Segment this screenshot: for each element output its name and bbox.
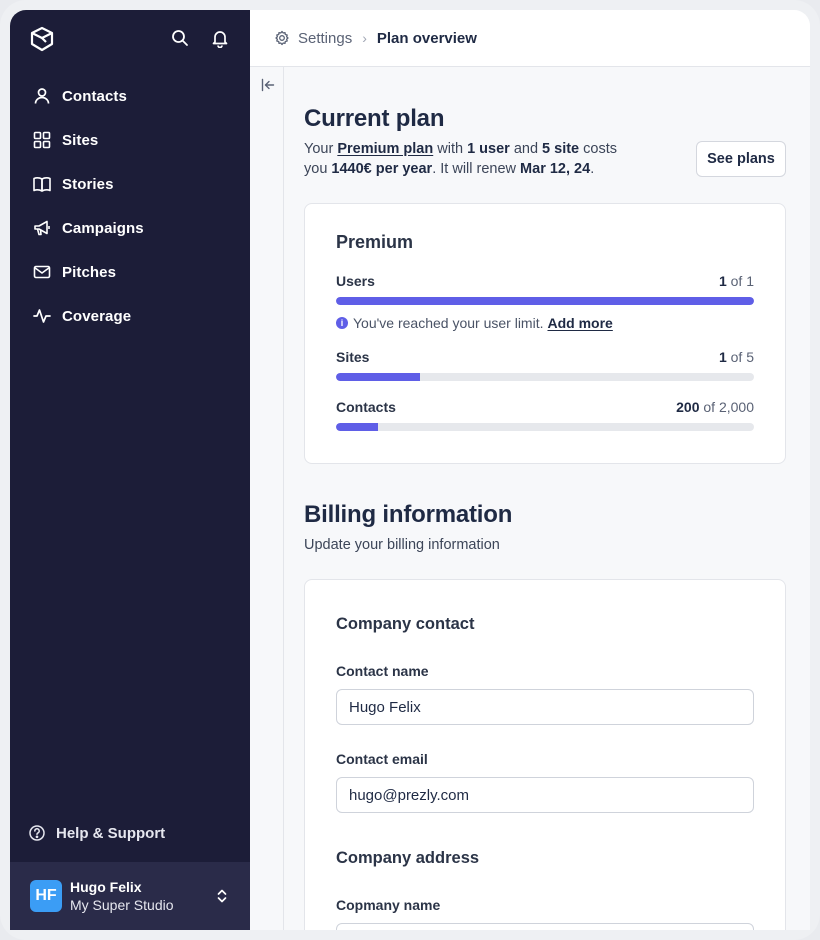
search-icon[interactable] bbox=[170, 28, 190, 48]
book-icon bbox=[32, 174, 52, 194]
billing-card: Company contact Contact name Contact ema… bbox=[304, 579, 786, 930]
plan-usage-card: Premium Users 1 of 1 i You've reached yo… bbox=[304, 203, 786, 464]
workspace-name: My Super Studio bbox=[70, 897, 174, 913]
usage-count: 200 of 2,000 bbox=[676, 399, 754, 415]
breadcrumb-separator: › bbox=[362, 30, 367, 46]
account-switcher[interactable]: HF Hugo Felix My Super Studio bbox=[10, 862, 250, 930]
breadcrumb-settings-link[interactable]: Settings bbox=[298, 30, 352, 47]
account-names: Hugo Felix My Super Studio bbox=[70, 878, 174, 914]
progress-bar bbox=[336, 423, 754, 431]
progress-fill bbox=[336, 423, 378, 431]
usage-label: Contacts bbox=[336, 399, 396, 415]
collapse-sidebar-icon[interactable] bbox=[260, 77, 276, 93]
breadcrumb: Settings › Plan overview bbox=[250, 10, 810, 67]
company-name-label: Copmany name bbox=[336, 897, 441, 913]
sidebar-item-campaigns[interactable]: Campaigns bbox=[10, 206, 250, 250]
company-contact-title: Company contact bbox=[336, 615, 475, 633]
user-icon bbox=[32, 86, 52, 106]
sidebar-item-label: Coverage bbox=[62, 307, 132, 325]
grid-icon bbox=[32, 130, 52, 150]
plan-name: Premium bbox=[336, 232, 414, 252]
billing-subtitle: Update your billing information bbox=[304, 537, 500, 553]
company-name-field[interactable] bbox=[336, 923, 754, 930]
add-more-link[interactable]: Add more bbox=[547, 315, 612, 331]
usage-meter-users: Users 1 of 1 bbox=[336, 273, 754, 305]
sidebar-item-contacts[interactable]: Contacts bbox=[10, 74, 250, 118]
chevron-up-down-icon bbox=[217, 889, 227, 903]
usage-label: Sites bbox=[336, 349, 370, 365]
help-icon bbox=[29, 825, 45, 841]
limit-notice-text: You've reached your user limit. bbox=[353, 315, 544, 331]
device-frame: Contacts Sites Stories Campaigns Pitches… bbox=[0, 0, 820, 940]
usage-label: Users bbox=[336, 273, 375, 289]
progress-fill bbox=[336, 373, 420, 381]
sidebar-item-label: Pitches bbox=[62, 263, 117, 281]
info-icon: i bbox=[336, 317, 348, 329]
pulse-icon bbox=[32, 306, 52, 326]
page-title: Current plan bbox=[304, 105, 445, 132]
see-plans-button[interactable]: See plans bbox=[696, 141, 786, 177]
limit-notice: i You've reached your user limit. Add mo… bbox=[336, 315, 613, 331]
usage-meter-contacts: Contacts 200 of 2,000 bbox=[336, 399, 754, 431]
progress-bar bbox=[336, 373, 754, 381]
sidebar-item-pitches[interactable]: Pitches bbox=[10, 250, 250, 294]
bell-icon[interactable] bbox=[210, 28, 230, 48]
usage-count: 1 of 1 bbox=[718, 273, 754, 289]
mail-icon bbox=[32, 262, 52, 282]
help-support-link[interactable]: Help & Support bbox=[28, 824, 165, 842]
usage-meter-sites: Sites 1 of 5 bbox=[336, 349, 754, 381]
sidebar-nav: Contacts Sites Stories Campaigns Pitches… bbox=[10, 74, 250, 338]
company-address-title: Company address bbox=[336, 849, 480, 867]
sidebar: Contacts Sites Stories Campaigns Pitches… bbox=[10, 10, 250, 930]
contact-email-field[interactable] bbox=[336, 777, 754, 813]
plan-description: Your Premium plan with 1 user and 5 site… bbox=[304, 141, 618, 177]
progress-fill bbox=[336, 297, 754, 305]
contact-name-label: Contact name bbox=[336, 663, 429, 679]
sidebar-item-coverage[interactable]: Coverage bbox=[10, 294, 250, 338]
sidebar-item-label: Campaigns bbox=[62, 219, 144, 237]
logo-icon[interactable] bbox=[30, 26, 54, 52]
help-support-label: Help & Support bbox=[56, 824, 166, 842]
gear-icon bbox=[275, 30, 289, 46]
sidebar-item-label: Stories bbox=[62, 175, 114, 193]
sidebar-item-sites[interactable]: Sites bbox=[10, 118, 250, 162]
progress-bar bbox=[336, 297, 754, 305]
premium-plan-link[interactable]: Premium plan bbox=[337, 141, 433, 157]
sidebar-item-label: Sites bbox=[62, 131, 99, 149]
app-window: Contacts Sites Stories Campaigns Pitches… bbox=[10, 10, 810, 930]
breadcrumb-current: Plan overview bbox=[376, 29, 477, 47]
user-name: Hugo Felix bbox=[70, 879, 142, 895]
contact-email-label: Contact email bbox=[336, 751, 428, 767]
sidebar-item-stories[interactable]: Stories bbox=[10, 162, 250, 206]
megaphone-icon bbox=[32, 218, 52, 238]
contact-name-field[interactable] bbox=[336, 689, 754, 725]
usage-count: 1 of 5 bbox=[718, 349, 754, 365]
billing-title: Billing information bbox=[304, 501, 513, 528]
sidebar-item-label: Contacts bbox=[62, 87, 127, 105]
avatar: HF bbox=[30, 880, 62, 912]
collapse-strip bbox=[250, 67, 284, 930]
